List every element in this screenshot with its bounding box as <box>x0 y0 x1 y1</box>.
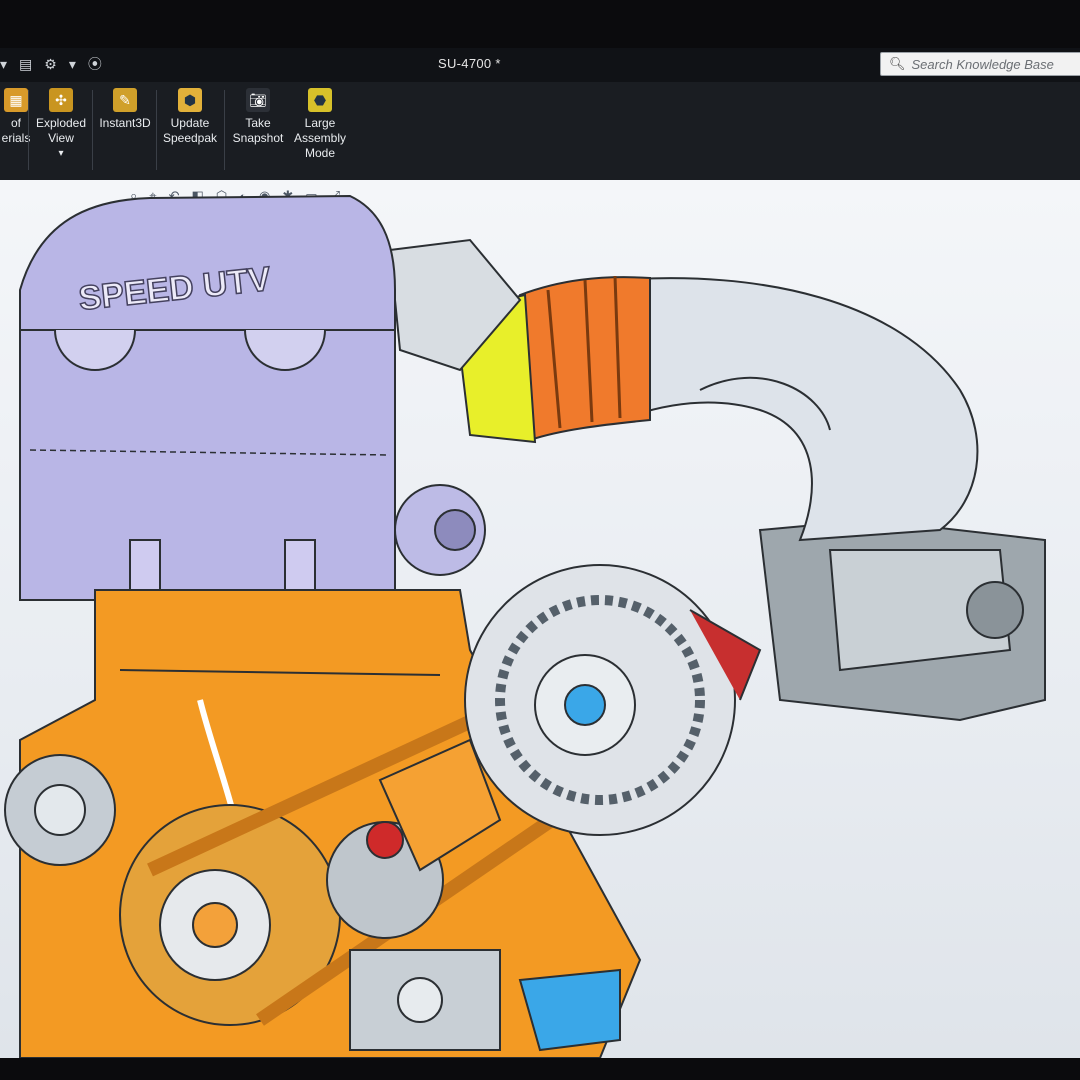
search-box[interactable]: 🔍︎ Search Knowledge Base <box>880 52 1080 76</box>
traffic-light-icon[interactable]: ⦿ <box>88 54 102 74</box>
search-placeholder: Search Knowledge Base <box>911 56 1054 72</box>
speedpak-icon: ⬢ <box>178 88 202 112</box>
document-icon[interactable]: ▤ <box>19 56 32 73</box>
quick-access-toolbar: ▾ ▤ ⚙ ▾ ⦿ <box>0 54 102 74</box>
update-speedpak-button[interactable]: ⬢ Update Speedpak <box>160 88 220 174</box>
search-icon: 🔍︎ <box>889 56 906 71</box>
exploded-view-label: Exploded View <box>35 116 87 145</box>
gear-icon[interactable]: ⚙ <box>44 56 57 73</box>
large-assembly-mode-label: Large Assembly Mode <box>293 116 346 160</box>
screen: ▾ ▤ ⚙ ▾ ⦿ SU-4700 * 🔍︎ Search Knowledge … <box>0 48 1080 1058</box>
camera-icon: 📷︎ <box>246 88 270 112</box>
ribbon-separator <box>28 90 29 170</box>
take-snapshot-button[interactable]: 📷︎ Take Snapshot <box>228 88 288 174</box>
graphics-viewport[interactable]: ⌕ ⌖ ↶ ◧ ⬡ ◐ ◉ ✱ ▭ ⤢ <box>0 180 1080 1058</box>
options-icon[interactable]: ▾ <box>69 56 76 73</box>
title-bar: ▾ ▤ ⚙ ▾ ⦿ SU-4700 * 🔍︎ Search Knowledge … <box>0 48 1080 82</box>
ribbon-toolbar: ▦ of erials ✣ Exploded View ▾ ✎ Instant3… <box>0 82 1080 181</box>
chevron-down-icon[interactable]: ▾ <box>58 146 63 161</box>
large-assembly-icon: ⬣ <box>308 88 332 112</box>
bill-of-materials-label: of erials <box>1 116 31 145</box>
alternator <box>464 564 762 836</box>
intake-pipe <box>388 238 979 542</box>
water-pump <box>4 754 116 866</box>
exploded-view-button[interactable]: ✣ Exploded View ▾ <box>32 88 90 174</box>
bom-icon: ▦ <box>4 88 28 112</box>
large-assembly-mode-button[interactable]: ⬣ Large Assembly Mode <box>290 88 350 174</box>
engine-assembly-model[interactable]: SPEED UTV <box>0 180 1080 1058</box>
instant3d-button[interactable]: ✎ Instant3D <box>96 88 154 174</box>
ribbon-separator <box>92 90 93 170</box>
exploded-view-icon: ✣ <box>49 88 73 112</box>
ribbon-separator <box>156 90 157 170</box>
instant3d-icon: ✎ <box>113 88 137 112</box>
menu-icon[interactable]: ▾ <box>0 56 7 73</box>
update-speedpak-label: Update Speedpak <box>162 116 218 145</box>
take-snapshot-label: Take Snapshot <box>232 116 284 145</box>
instant3d-label: Instant3D <box>99 116 151 130</box>
ribbon-separator <box>224 90 225 170</box>
valve-cover: SPEED UTV <box>19 194 396 601</box>
document-title: SU-4700 * <box>438 56 501 71</box>
exhaust-housing <box>758 518 1046 722</box>
throttle-body <box>394 484 486 576</box>
monitor-bezel <box>0 1058 1080 1080</box>
